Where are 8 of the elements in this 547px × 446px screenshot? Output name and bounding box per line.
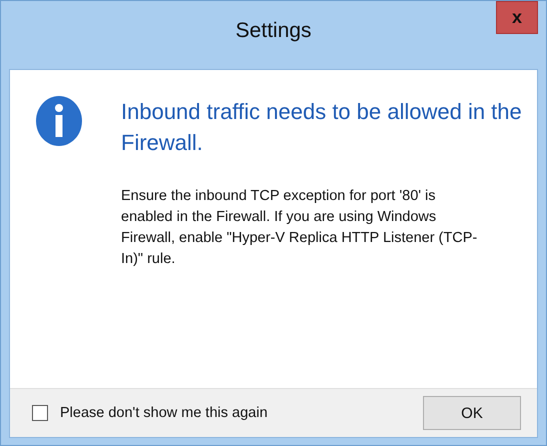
message-body: Ensure the inbound TCP exception for port '80' is enabled in the Firewall. If you are using Windows Firewall, enable "Hyper-V Replica HTTP Listener (TCP-In)" rule.	[121, 187, 478, 269]
info-icon	[36, 96, 82, 146]
close-button[interactable]: x	[496, 1, 538, 34]
checkbox[interactable]	[32, 405, 48, 421]
window-title: Settings	[236, 19, 312, 43]
checkbox-label: Please don't show me this again	[60, 405, 269, 421]
ok-button[interactable]: OK	[423, 396, 521, 430]
message-heading: Inbound traffic needs to be allowed in the Firewall.	[121, 98, 523, 157]
